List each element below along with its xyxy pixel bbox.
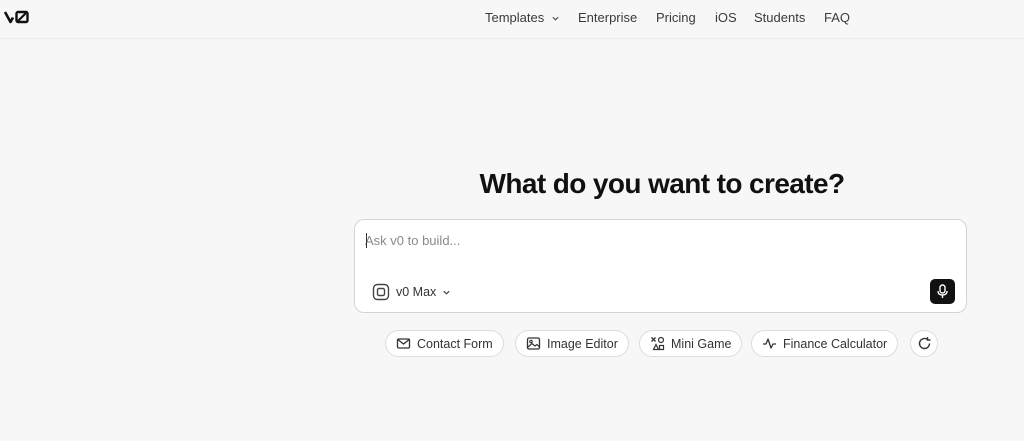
nav-pricing[interactable]: Pricing: [656, 10, 696, 25]
prompt-box: v0 Max: [354, 219, 967, 313]
chevron-down-icon: [552, 16, 559, 21]
suggestion-label: Contact Form: [417, 336, 493, 351]
suggestion-label: Finance Calculator: [783, 336, 888, 351]
suggestion-image-editor[interactable]: Image Editor: [515, 330, 629, 357]
suggestion-mini-game[interactable]: Mini Game: [639, 330, 743, 357]
model-chip-icon: [372, 283, 390, 301]
nav-faq[interactable]: FAQ: [824, 10, 850, 25]
microphone-button[interactable]: [930, 279, 955, 304]
model-selector[interactable]: v0 Max: [372, 281, 451, 303]
nav-students[interactable]: Students: [754, 10, 805, 25]
suggestion-label: Mini Game: [671, 336, 732, 351]
shapes-icon: [651, 336, 665, 351]
suggestion-finance-calculator[interactable]: Finance Calculator: [751, 330, 899, 357]
nav-ios[interactable]: iOS: [715, 10, 737, 25]
suggestion-contact-form[interactable]: Contact Form: [385, 330, 504, 357]
page-headline: What do you want to create?: [479, 168, 846, 199]
nav-enterprise[interactable]: Enterprise: [578, 10, 637, 25]
text-caret: [366, 233, 367, 248]
refresh-icon: [918, 337, 930, 350]
activity-icon: [763, 338, 776, 349]
top-navigation-bar: Templates Enterprise Pricing iOS Student…: [0, 0, 1024, 39]
v0-logo[interactable]: [4, 9, 30, 25]
model-label: v0 Max: [396, 285, 437, 299]
suggestion-label: Image Editor: [547, 336, 618, 351]
nav-templates[interactable]: Templates: [485, 10, 560, 25]
image-icon: [526, 337, 541, 350]
refresh-suggestions-button[interactable]: [910, 330, 938, 357]
envelope-icon: [396, 338, 411, 349]
nav-templates-label: Templates: [485, 10, 545, 25]
microphone-icon: [937, 284, 948, 298]
chevron-down-icon: [443, 290, 450, 295]
prompt-input[interactable]: [365, 230, 925, 250]
